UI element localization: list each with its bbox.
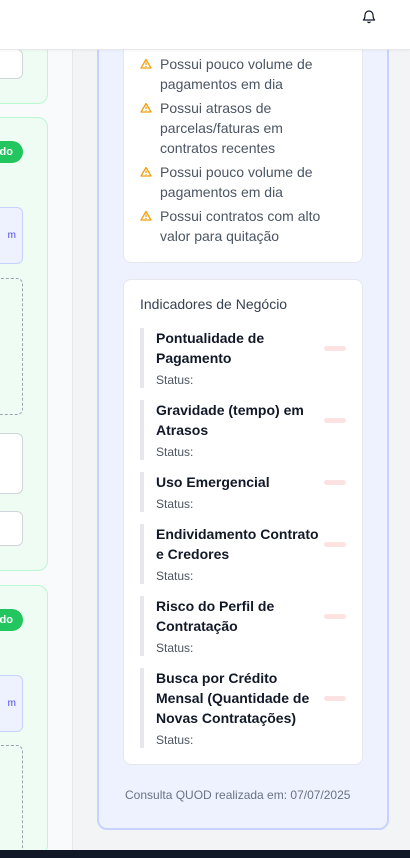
left-input-box[interactable] <box>0 433 23 494</box>
risk-factor-item: Possui contratos com alto valor para qui… <box>140 206 340 246</box>
top-bar <box>0 0 410 50</box>
indicator-item: Gravidade (tempo) em Atrasos Status: <box>140 400 346 460</box>
risk-factor-item: Possui pouco volume de pagamentos em dia <box>140 54 340 94</box>
status-indicator-bar <box>324 418 346 423</box>
risk-factor-item: Possui atrasos de parcelas/faturas em co… <box>140 98 340 158</box>
consultation-footer: Consulta QUOD realizada em: 07/07/2025 <box>125 788 351 802</box>
indicator-status: Status: <box>156 641 194 655</box>
risk-factor-text: Possui pouco volume de pagamentos em dia <box>160 56 313 92</box>
indicator-status: Status: <box>156 733 194 747</box>
indicator-item: Pontualidade de Pagamento Status: <box>140 328 346 388</box>
indicator-name: Endividamento Contrato e Credores <box>156 526 319 562</box>
risk-factor-item: Possui pouco volume de pagamentos em dia <box>140 162 340 202</box>
indicator-status: Status: <box>156 445 194 459</box>
left-info-box[interactable]: m <box>0 675 23 732</box>
status-pill: do <box>0 141 23 163</box>
status-indicator-bar <box>324 614 346 619</box>
left-input-box[interactable] <box>0 49 23 79</box>
left-input-box[interactable] <box>0 511 23 546</box>
warning-triangle-icon <box>140 210 152 221</box>
left-column: do m do m <box>0 0 73 855</box>
status-indicator-bar <box>324 696 346 701</box>
warning-triangle-icon <box>140 102 152 113</box>
indicator-item: Endividamento Contrato e Credores Status… <box>140 524 346 584</box>
left-dropzone[interactable] <box>0 745 23 855</box>
indicator-status: Status: <box>156 569 194 583</box>
warning-triangle-icon <box>140 58 152 69</box>
indicator-name: Risco do Perfil de Contratação <box>156 598 275 634</box>
bell-icon <box>362 10 376 24</box>
status-indicator-bar <box>324 542 346 547</box>
indicator-name: Busca por Crédito Mensal (Quantidade de … <box>156 670 310 726</box>
risk-factor-text: Possui pouco volume de pagamentos em dia <box>160 164 313 200</box>
indicator-status: Status: <box>156 497 194 511</box>
warning-triangle-icon <box>140 166 152 177</box>
indicator-status: Status: <box>156 373 194 387</box>
risk-factor-text: Possui contratos com alto valor para qui… <box>160 208 321 244</box>
indicator-name: Uso Emergencial <box>156 474 270 490</box>
status-indicator-bar <box>324 480 346 485</box>
indicator-item: Uso Emergencial Status: <box>140 472 346 512</box>
left-dropzone[interactable] <box>0 278 23 415</box>
status-indicator-bar <box>324 346 346 351</box>
indicator-item: Busca por Crédito Mensal (Quantidade de … <box>140 668 346 748</box>
status-pill: do <box>0 609 23 631</box>
indicators-title: Indicadores de Negócio <box>140 296 288 312</box>
indicator-name: Pontualidade de Pagamento <box>156 330 265 366</box>
notification-button[interactable] <box>359 7 379 27</box>
bottom-bar <box>0 850 410 858</box>
indicator-item: Risco do Perfil de Contratação Status: <box>140 596 346 656</box>
risk-factor-text: Possui atrasos de parcelas/faturas em co… <box>160 100 283 156</box>
left-info-box[interactable]: m <box>0 207 23 264</box>
indicator-name: Gravidade (tempo) em Atrasos <box>156 402 304 438</box>
